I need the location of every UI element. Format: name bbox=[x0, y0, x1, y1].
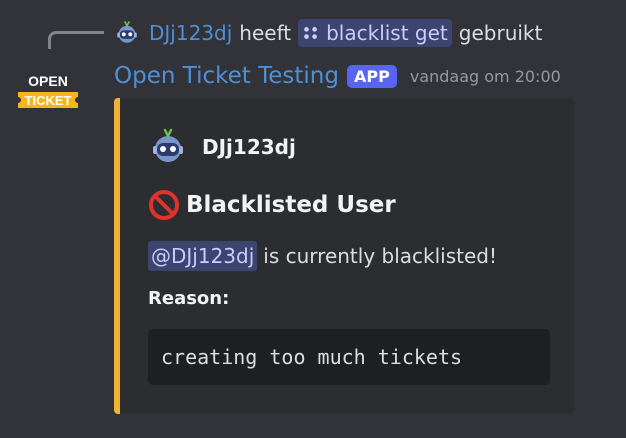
bot-name[interactable]: Open Ticket Testing bbox=[114, 63, 339, 89]
app-badge: APP bbox=[346, 64, 397, 88]
discord-chat-view: DJj123dj heeft blacklist get gebruikt OP… bbox=[0, 0, 626, 438]
user-mention[interactable]: @DJj123dj bbox=[148, 241, 258, 271]
author-avatar-icon bbox=[153, 128, 183, 162]
command-name: blacklist get bbox=[326, 21, 448, 45]
embed-author-name: DJj123dj bbox=[202, 135, 296, 159]
no-entry-icon bbox=[149, 190, 179, 220]
embed-title-text: Blacklisted User bbox=[186, 192, 396, 218]
embed-title: Blacklisted User bbox=[148, 187, 396, 223]
description-text: is currently blacklisted! bbox=[263, 244, 497, 268]
embed-author: DJj123dj bbox=[148, 128, 296, 165]
command-chip[interactable]: blacklist get bbox=[298, 19, 452, 47]
avatar-top-text: OPEN bbox=[28, 73, 68, 89]
embed-description: @DJj123dj is currently blacklisted! bbox=[148, 240, 497, 272]
command-verb: heeft bbox=[239, 21, 292, 45]
command-suffix: gebruikt bbox=[458, 21, 543, 45]
reason-field-label: Reason: bbox=[148, 288, 230, 309]
user-avatar-icon[interactable] bbox=[114, 20, 140, 46]
reason-code-block: creating too much tickets bbox=[148, 329, 550, 385]
open-ticket-avatar[interactable]: OPEN TICKET bbox=[16, 70, 80, 114]
message-timestamp: vandaag om 20:00 bbox=[409, 66, 561, 86]
slash-command-icon bbox=[304, 27, 318, 39]
reply-connector-line bbox=[48, 31, 104, 49]
message-header: Open Ticket Testing APP vandaag om 20:00 bbox=[114, 60, 561, 92]
avatar-bottom-text: TICKET bbox=[25, 93, 72, 108]
command-user-name[interactable]: DJj123dj bbox=[149, 21, 232, 45]
command-usage-line[interactable]: DJj123dj heeft blacklist get gebruikt bbox=[114, 18, 542, 48]
blacklist-embed: DJj123dj Blacklisted User @DJj123dj is c… bbox=[114, 98, 574, 414]
